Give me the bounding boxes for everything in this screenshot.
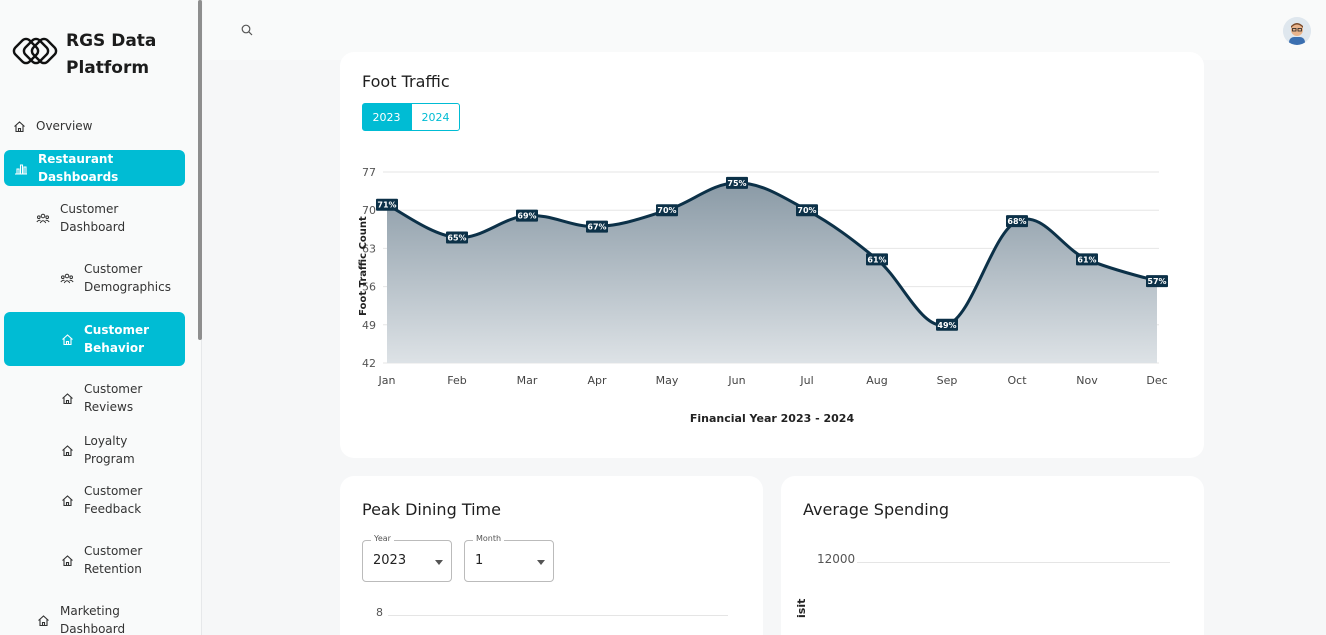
avatar-icon [1283,17,1311,45]
sidebar-item-customer-dashboard[interactable]: Customer Dashboard [36,200,176,236]
data-label: 65% [447,233,466,242]
sidebar-item-customer-behavior[interactable]: Customer Behavior [4,312,185,366]
data-label: 49% [937,321,956,330]
sidebar-item-restaurant-dashboards[interactable]: Restaurant Dashboards [4,150,185,186]
home-icon [60,553,74,567]
sidebar-item-label: Customer Behavior [84,323,150,355]
sidebar-item-label: Overview [36,119,93,133]
data-label: 75% [727,179,746,188]
data-label: 61% [867,255,886,264]
brand[interactable]: RGS Data Platform [10,28,176,82]
data-label: 61% [1077,255,1096,264]
data-label: 70% [657,206,676,215]
x-tick-label: Dec [1146,374,1167,387]
x-tick-label: Aug [866,374,887,387]
sidebar-item-label: Customer Reviews [84,382,143,414]
x-tick-label: Mar [517,374,538,387]
y-tick-label: 70 [362,204,376,217]
peak-dining-gridline [388,615,728,616]
topbar [203,0,1326,60]
chevron-down-icon [435,560,443,565]
sidebar-item-loyalty-program[interactable]: Loyalty Program [60,434,190,466]
data-label: 71% [377,201,396,210]
sidebar-item-label: Customer Dashboard [60,202,126,234]
x-tick-label: Jul [799,374,813,387]
peak-dining-card: Peak Dining Time Year 2023 Month 1 8 [340,476,763,635]
x-axis-title: Financial Year 2023 - 2024 [690,412,855,425]
sidebar: RGS Data Platform Overview Restaurant Das… [0,0,202,635]
month-select-label: Month [473,534,505,543]
sidebar-item-label: Loyalty Program [84,434,135,466]
x-tick-label: Oct [1007,374,1027,387]
data-label: 69% [517,212,536,221]
year-select-label: Year [371,534,394,543]
month-select-value: 1 [475,553,484,568]
sidebar-item-customer-demographics[interactable]: Customer Demographics [60,260,180,296]
home-icon [60,332,74,346]
peak-dining-y-tick: 8 [376,606,383,619]
data-label: 57% [1147,277,1166,286]
sidebar-item-overview[interactable]: Overview [12,117,182,135]
x-tick-label: Sep [937,374,958,387]
x-tick-label: May [656,374,679,387]
home-icon [36,613,50,627]
year-select-value: 2023 [373,553,407,568]
x-tick-label: Apr [587,374,607,387]
data-label: 68% [1007,217,1026,226]
foot-traffic-card: Foot Traffic 2023 2024 42 49 56 63 70 77 71% 65… [340,52,1204,458]
brand-name: RGS Data Platform [66,31,157,78]
y-tick-label: 77 [362,166,376,179]
x-tick-label: Nov [1076,374,1098,387]
sidebar-item-label: Marketing Dashboard [60,604,126,635]
users-icon [36,211,50,225]
sidebar-item-label: Restaurant Dashboards [38,152,119,184]
data-label: 67% [587,223,606,232]
bar-chart-icon [14,161,28,175]
sidebar-item-label: Customer Feedback [84,484,143,516]
x-tick-label: Feb [447,374,466,387]
x-tick-label: Jun [727,374,745,387]
peak-dining-title: Peak Dining Time [362,500,501,519]
x-tick-label: Jan [378,374,396,387]
search-icon[interactable] [241,24,253,36]
sidebar-item-customer-retention[interactable]: Customer Retention [60,542,180,578]
home-icon [60,443,74,457]
home-icon [12,119,26,133]
y-axis-title: Foot Traffic Count [358,216,369,316]
brand-logo-icon [12,37,58,65]
year-select[interactable]: Year 2023 [362,534,452,582]
sidebar-item-label: Customer Demographics [84,262,171,294]
average-spending-y-tick: 12000 [817,552,856,566]
home-icon [60,391,74,405]
average-spending-y-axis-label: isit [795,598,808,618]
data-label: 70% [797,206,816,215]
sidebar-scrollbar[interactable] [198,0,202,340]
foot-traffic-chart: 42495663707771%65%69%67%70%75%70%61%49%6… [358,166,1168,425]
sidebar-item-label: Customer Retention [84,544,143,576]
sidebar-item-customer-reviews[interactable]: Customer Reviews [60,380,180,416]
users-icon [60,271,74,285]
home-icon [60,493,74,507]
sidebar-item-customer-feedback[interactable]: Customer Feedback [60,482,180,518]
chevron-down-icon [537,560,545,565]
average-spending-card: Average Spending 12000 isit [781,476,1204,635]
avatar[interactable] [1283,17,1311,45]
average-spending-gridline [857,562,1170,563]
month-select[interactable]: Month 1 [464,534,554,582]
average-spending-title: Average Spending [803,500,949,519]
sidebar-item-marketing-dashboard[interactable]: Marketing Dashboard [36,602,176,635]
y-tick-label: 49 [362,319,376,332]
y-tick-label: 42 [362,357,376,370]
